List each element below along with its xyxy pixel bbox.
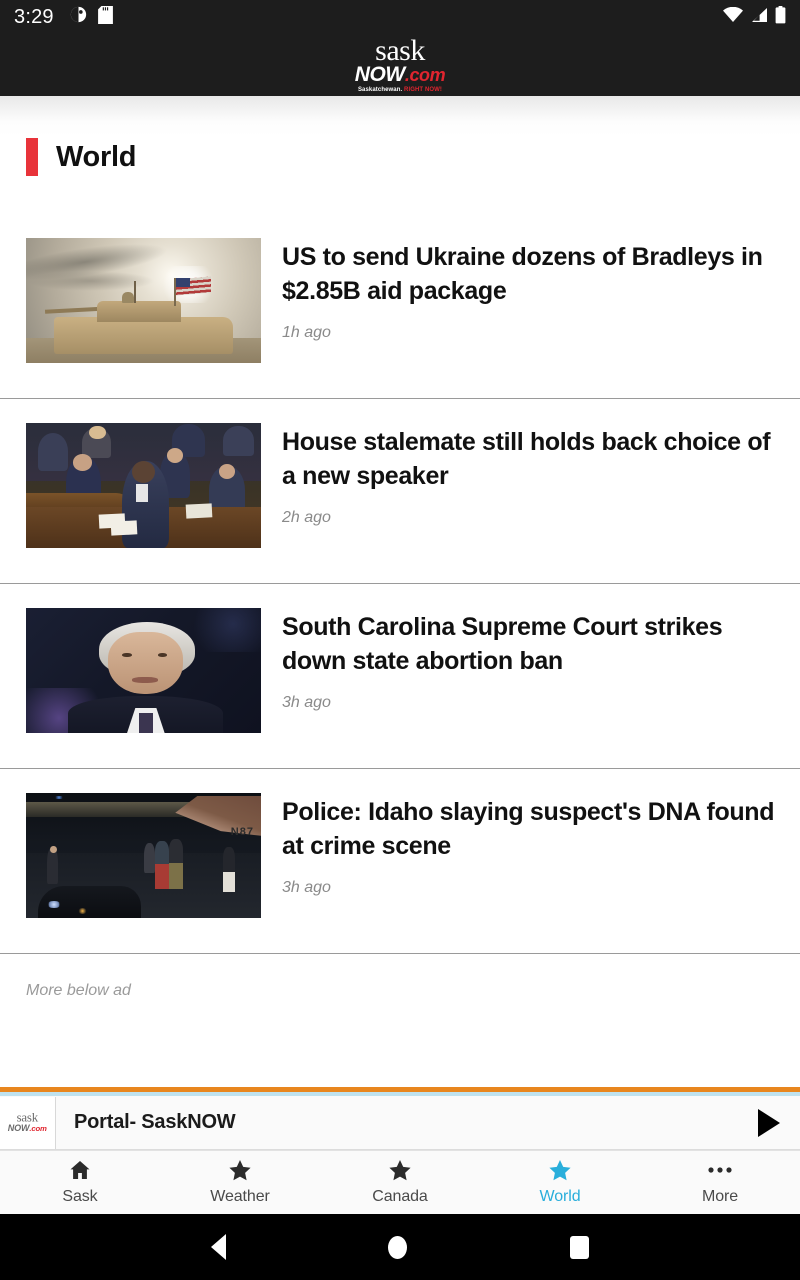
home-icon	[69, 1159, 91, 1181]
nav-label-world: World	[539, 1188, 581, 1205]
battery-icon	[775, 5, 786, 29]
article-title[interactable]: House stalemate still holds back choice …	[282, 425, 782, 493]
phone-screen: 3:29 sask NOW.com Saskatchewan. RIGHT NO…	[0, 0, 800, 1280]
player-logo-com: .com	[29, 1124, 48, 1133]
article-row[interactable]: US to send Ukraine dozens of Bradleys in…	[0, 214, 800, 399]
article-row[interactable]: N87 Police: Idaho slaying suspect's DNA …	[0, 769, 800, 954]
plane-tail-number: N87	[230, 825, 254, 838]
back-triangle-icon[interactable]	[211, 1234, 227, 1260]
player-mini-logo: sask NOW.com	[8, 1112, 47, 1133]
player-logo-now-row: NOW.com	[8, 1124, 47, 1133]
logo-now-text: NOW	[354, 63, 406, 87]
article-title[interactable]: US to send Ukraine dozens of Bradleys in…	[282, 240, 782, 308]
star-icon	[229, 1159, 251, 1181]
home-circle-icon[interactable]	[388, 1235, 408, 1259]
article-timestamp: 2h ago	[282, 509, 331, 526]
cellular-signal-icon	[750, 7, 768, 28]
more-below-ad-label: More below ad	[26, 982, 131, 999]
thumbnail-scene-portrait	[26, 608, 261, 733]
article-thumbnail[interactable]	[26, 238, 261, 363]
status-bar-left-icons	[70, 5, 113, 29]
nav-item-weather[interactable]: Weather	[160, 1151, 320, 1214]
article-thumbnail[interactable]	[26, 423, 261, 548]
recents-square-icon[interactable]	[569, 1235, 589, 1259]
logo-sask-text: sask	[375, 33, 425, 67]
article-title[interactable]: Police: Idaho slaying suspect's DNA foun…	[282, 795, 782, 863]
article-timestamp: 3h ago	[282, 694, 331, 711]
logo-tagline: Saskatchewan. RIGHT NOW!	[355, 87, 446, 93]
logo-tagline-part2: RIGHT NOW!	[404, 87, 443, 94]
nav-item-canada[interactable]: Canada	[320, 1151, 480, 1214]
logo-tagline-part1: Saskatchewan.	[357, 87, 405, 94]
article-title[interactable]: South Carolina Supreme Court strikes dow…	[282, 610, 782, 678]
android-system-nav[interactable]	[0, 1214, 800, 1280]
nav-label-sask: Sask	[62, 1188, 98, 1205]
nav-item-more[interactable]: More	[640, 1151, 800, 1214]
play-icon	[758, 1108, 780, 1137]
player-logo-now: NOW	[8, 1123, 30, 1134]
article-thumbnail[interactable]	[26, 608, 261, 733]
contrast-circle-icon	[70, 6, 87, 28]
star-icon	[389, 1159, 411, 1181]
logo-com-text: .com	[404, 65, 446, 86]
nav-item-sask[interactable]: Sask	[0, 1151, 160, 1214]
sd-card-icon	[97, 5, 113, 29]
content-area[interactable]: World US to send Ukraine dozens of Bradl…	[0, 96, 800, 1087]
status-bar-time: 3:29	[14, 5, 54, 28]
thumbnail-scene-tarmac: N87	[26, 793, 261, 918]
play-button[interactable]	[738, 1108, 800, 1137]
article-text: House stalemate still holds back choice …	[282, 423, 782, 527]
wifi-icon	[723, 6, 743, 28]
status-bar: 3:29	[0, 0, 800, 34]
nav-label-weather: Weather	[210, 1188, 270, 1205]
star-icon	[549, 1159, 571, 1181]
status-bar-right-icons	[723, 5, 786, 29]
player-thumbnail: sask NOW.com	[0, 1096, 56, 1149]
article-text: Police: Idaho slaying suspect's DNA foun…	[282, 793, 782, 897]
logo-now-row: NOW.com	[355, 64, 446, 85]
section-header: World	[0, 96, 800, 176]
article-text: US to send Ukraine dozens of Bradleys in…	[282, 238, 782, 342]
player-row[interactable]: sask NOW.com Portal- SaskNOW	[0, 1096, 800, 1150]
article-text: South Carolina Supreme Court strikes dow…	[282, 608, 782, 712]
more-dots-icon	[708, 1159, 732, 1181]
app-header: sask NOW.com Saskatchewan. RIGHT NOW!	[0, 34, 800, 96]
article-row[interactable]: South Carolina Supreme Court strikes dow…	[0, 584, 800, 769]
section-accent-bar	[26, 138, 38, 176]
article-timestamp: 1h ago	[282, 324, 331, 341]
article-thumbnail[interactable]: N87	[26, 793, 261, 918]
bottom-navigation[interactable]: Sask Weather Canada World More	[0, 1150, 800, 1214]
audio-player-bar[interactable]: sask NOW.com Portal- SaskNOW	[0, 1087, 800, 1150]
thumbnail-scene-house-chamber	[26, 423, 261, 548]
player-title: Portal- SaskNOW	[74, 1111, 236, 1133]
article-row[interactable]: House stalemate still holds back choice …	[0, 399, 800, 584]
sasknow-logo[interactable]: sask NOW.com Saskatchewan. RIGHT NOW!	[355, 33, 446, 94]
page-title: World	[56, 140, 137, 173]
nav-label-more: More	[701, 1188, 739, 1205]
nav-label-canada: Canada	[372, 1188, 428, 1205]
article-list: US to send Ukraine dozens of Bradleys in…	[0, 214, 800, 954]
nav-item-world[interactable]: World	[480, 1151, 640, 1214]
thumbnail-scene-bradley	[26, 238, 261, 363]
article-timestamp: 3h ago	[282, 879, 331, 896]
